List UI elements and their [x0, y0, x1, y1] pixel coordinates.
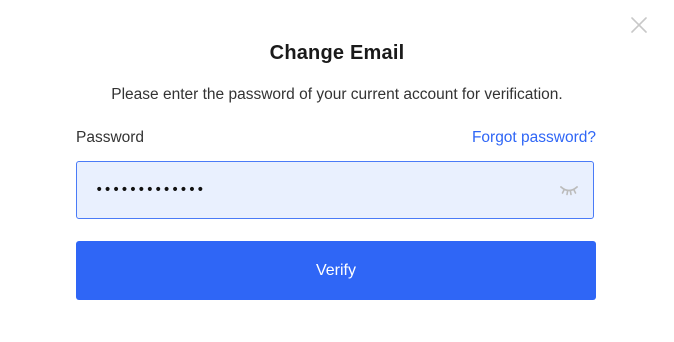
verify-button[interactable]: Verify: [76, 241, 596, 300]
password-input[interactable]: [95, 162, 535, 218]
password-field-container: [76, 161, 594, 219]
close-icon: [631, 17, 647, 33]
change-email-dialog: Change Email Please enter the password o…: [0, 0, 674, 342]
close-button[interactable]: [629, 15, 649, 35]
password-label: Password: [76, 129, 145, 146]
eye-closed-icon: [560, 186, 578, 196]
forgot-password-link[interactable]: Forgot password?: [472, 129, 596, 147]
dialog-title: Change Email: [269, 42, 405, 64]
password-visibility-toggle[interactable]: [560, 184, 578, 196]
dialog-subtitle: Please enter the password of your curren…: [111, 86, 563, 103]
